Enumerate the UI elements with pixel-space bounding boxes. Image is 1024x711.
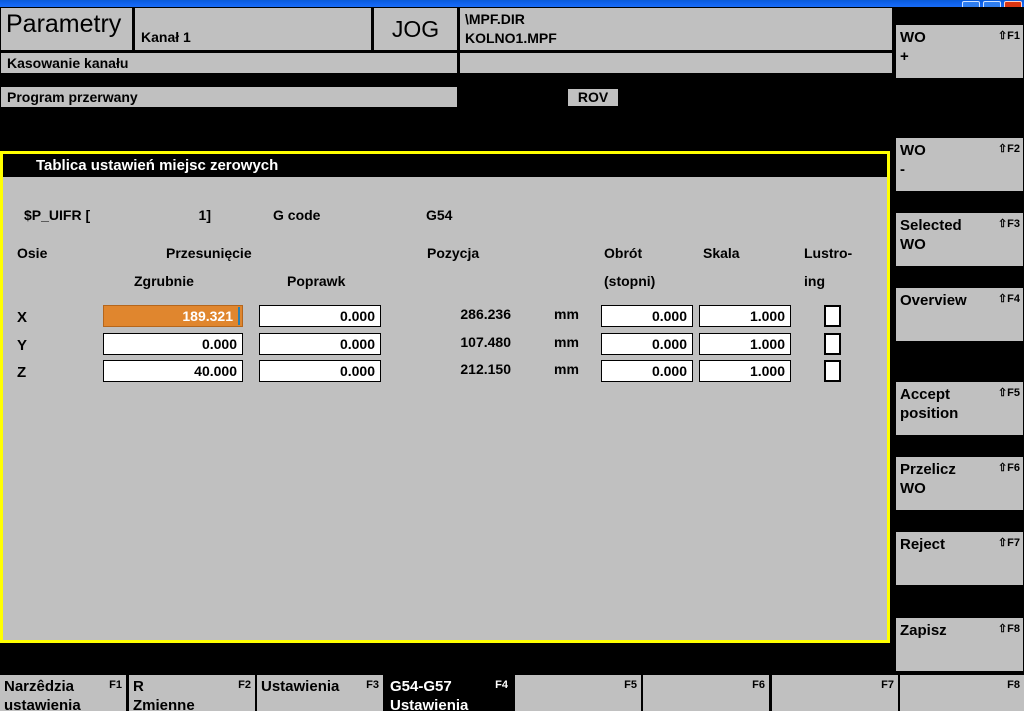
status-header: Parametry Kanał 1 JOG \MPF.DIR KOLNO1.MP…: [0, 7, 893, 108]
table-row: Z 40.000 0.000 212.150 mm 0.000 1.000: [3, 360, 887, 388]
softkey-fkey-label: F6: [752, 679, 765, 691]
offset-coarse-input-y[interactable]: 0.000: [103, 333, 243, 355]
position-value-x: 286.236: [460, 306, 511, 322]
softkey-fkey-label: ⇧F3: [997, 218, 1020, 230]
position-unit-x: mm: [554, 306, 579, 322]
rotation-input-z[interactable]: 0.000: [601, 360, 693, 382]
gcode-label: G code: [273, 207, 321, 223]
offset-fine-input-z[interactable]: 0.000: [259, 360, 381, 382]
window-title-bar: [0, 0, 1024, 7]
axis-label: X: [17, 309, 28, 326]
softkey-fkey-label: F1: [109, 679, 122, 691]
gcode-value: G54: [426, 207, 453, 223]
softkey-fkey-label: ⇧F5: [997, 387, 1020, 399]
softkey-fkey-label: F7: [881, 679, 894, 691]
vertical-softkey-shift-F5[interactable]: ⇧F5 Accept position: [896, 382, 1023, 435]
vertical-softkey-shift-F2[interactable]: ⇧F2 WO -: [896, 138, 1023, 191]
horizontal-softkey-bar: F1 Narzêdzia ustawienia F2 R Zmienne F3 Ustaw…: [0, 675, 1024, 711]
program-name: KOLNO1.MPF: [465, 30, 557, 46]
program-status-message: Program przerwany: [0, 86, 458, 108]
axis-label: Y: [17, 337, 28, 354]
channel-status-message: Kasowanie kanału: [0, 52, 458, 74]
rov-status-badge: ROV: [567, 88, 619, 107]
vertical-softkey-shift-F6[interactable]: ⇧F6 Przelicz WO: [896, 457, 1023, 510]
softkey-label: R Zmienne: [133, 678, 195, 711]
softkey-fkey-label: ⇧F8: [997, 623, 1020, 635]
softkey-fkey-label: ⇧F7: [997, 537, 1020, 549]
column-header-mirror-line2: ing: [804, 273, 825, 289]
channel-label: Kanał 1: [141, 29, 191, 45]
horizontal-softkey-F8[interactable]: F8: [900, 675, 1024, 711]
mirror-checkbox-z[interactable]: [824, 360, 841, 382]
softkey-fkey-label: F4: [495, 679, 508, 691]
offset-coarse-input-z[interactable]: 40.000: [103, 360, 243, 382]
vertical-softkey-shift-F1[interactable]: ⇧F1 WO +: [896, 25, 1023, 78]
horizontal-softkey-F6[interactable]: F6: [643, 675, 769, 711]
rotation-input-y[interactable]: 0.000: [601, 333, 693, 355]
column-header-offset: Przesunięcie: [166, 245, 252, 261]
horizontal-softkey-F1[interactable]: F1 Narzêdzia ustawienia: [0, 675, 126, 711]
zero-offset-table-dialog: Tablica ustawień miejsc zerowych $P_UIFR…: [0, 151, 890, 643]
cnc-hmi-screen: Parametry Kanał 1 JOG \MPF.DIR KOLNO1.MP…: [0, 0, 1024, 711]
position-unit-z: mm: [554, 361, 579, 377]
axis-label: Z: [17, 364, 27, 381]
vertical-softkey-shift-F4[interactable]: ⇧F4 Overview: [896, 288, 1023, 341]
column-header-rotation: Obrót: [604, 245, 643, 261]
alarm-message-field: [459, 52, 893, 74]
operating-mode-field: JOG: [373, 7, 458, 51]
softkey-fkey-label: F8: [1007, 679, 1020, 691]
softkey-fkey-label: ⇧F1: [997, 30, 1020, 42]
rotation-input-x[interactable]: 0.000: [601, 305, 693, 327]
program-directory: \MPF.DIR: [465, 11, 525, 27]
program-path-field: \MPF.DIR KOLNO1.MPF: [459, 7, 893, 51]
horizontal-softkey-F5[interactable]: F5: [515, 675, 641, 711]
column-header-scale: Skala: [703, 245, 740, 261]
column-header-offset-fine: Poprawk: [287, 273, 346, 289]
horizontal-softkey-F4[interactable]: F4 G54-G57 Ustawienia: [386, 675, 512, 711]
vertical-softkey-shift-F7[interactable]: ⇧F7 Reject: [896, 532, 1023, 585]
column-header-position: Pozycja: [427, 245, 480, 261]
vertical-softkey-bar: ⇧F1 WO + ⇧F2 WO - ⇧F3 Selected WO ⇧F4 Overview ⇧…: [893, 7, 1024, 671]
position-value-z: 212.150: [460, 361, 511, 377]
softkey-fkey-label: ⇧F6: [997, 462, 1020, 474]
operating-area-label: Parametry: [6, 10, 122, 38]
offset-coarse-input-x[interactable]: 189.321: [103, 305, 243, 327]
softkey-fkey-label: ⇧F4: [997, 293, 1020, 305]
operating-mode-label: JOG: [391, 15, 440, 42]
softkey-label: Ustawienia: [261, 678, 340, 695]
scale-input-y[interactable]: 1.000: [699, 333, 791, 355]
softkey-fkey-label: ⇧F2: [997, 143, 1020, 155]
column-header-rotation-unit: (stopni): [604, 273, 656, 289]
softkey-label: G54-G57 Ustawienia: [390, 678, 469, 711]
column-header-axes: Osie: [17, 245, 48, 261]
horizontal-softkey-F7[interactable]: F7: [772, 675, 898, 711]
operating-area-title[interactable]: Parametry: [0, 7, 133, 51]
vertical-softkey-shift-F3[interactable]: ⇧F3 Selected WO: [896, 213, 1023, 266]
softkey-fkey-label: F3: [366, 679, 379, 691]
dialog-title: Tablica ustawień miejsc zerowych: [3, 154, 887, 177]
table-row: X 189.321 0.000 286.236 mm 0.000 1.000: [3, 305, 887, 333]
horizontal-softkey-F3[interactable]: F3 Ustawienia: [257, 675, 383, 711]
vertical-softkey-shift-F8[interactable]: ⇧F8 Zapisz: [896, 618, 1023, 671]
softkey-label: Narzêdzia ustawienia: [4, 678, 81, 711]
horizontal-softkey-F2[interactable]: F2 R Zmienne: [129, 675, 255, 711]
offset-fine-input-y[interactable]: 0.000: [259, 333, 381, 355]
scale-input-z[interactable]: 1.000: [699, 360, 791, 382]
offset-fine-input-x[interactable]: 0.000: [259, 305, 381, 327]
softkey-fkey-label: F5: [624, 679, 637, 691]
channel-field: Kanał 1: [134, 7, 372, 51]
softkey-fkey-label: F2: [238, 679, 251, 691]
mirror-checkbox-y[interactable]: [824, 333, 841, 355]
column-header-offset-coarse: Zgrubnie: [134, 273, 194, 289]
scale-input-x[interactable]: 1.000: [699, 305, 791, 327]
position-unit-y: mm: [554, 334, 579, 350]
dialog-body: $P_UIFR [ 1] G code G54 Osie Przesunięci…: [3, 177, 887, 640]
table-row: Y 0.000 0.000 107.480 mm 0.000 1.000: [3, 333, 887, 361]
position-value-y: 107.480: [460, 334, 511, 350]
uifr-variable-label: $P_UIFR [: [24, 207, 91, 223]
mirror-checkbox-x[interactable]: [824, 305, 841, 327]
uifr-index-value[interactable]: 1]: [153, 207, 211, 223]
column-header-mirror-line1: Lustro-: [804, 245, 853, 261]
